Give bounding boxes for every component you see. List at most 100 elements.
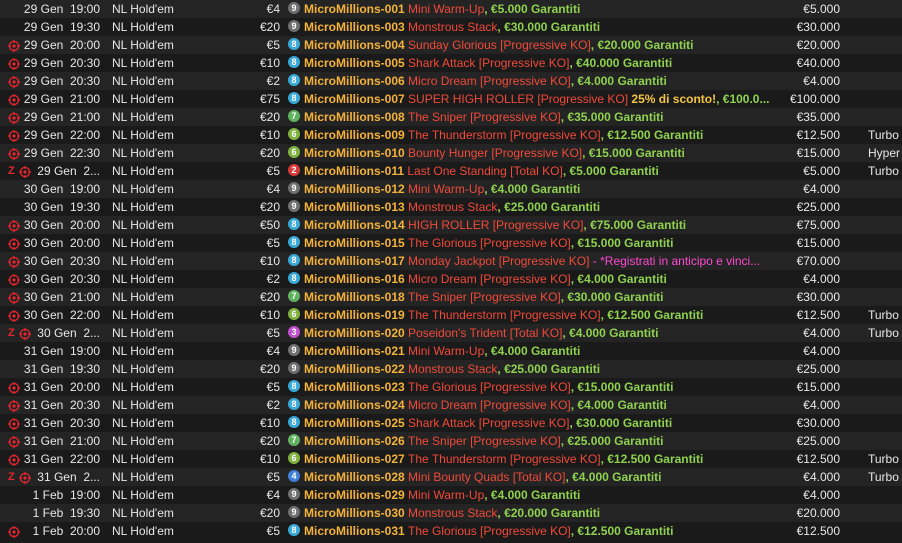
tournament-row[interactable]: Z 31 Gen 2... NL Hold'em €5 4 MicroMillions-0…	[0, 468, 902, 486]
level-badge: 7	[288, 110, 300, 122]
tournament-name[interactable]: MicroMillions-028 Mini Bounty Quads [Tot…	[304, 468, 778, 486]
tournament-name[interactable]: MicroMillions-001 Mini Warm-Up, €5.000 G…	[304, 0, 778, 18]
tournament-name[interactable]: MicroMillions-022 Monstrous Stack, €25.0…	[304, 360, 778, 378]
tournament-name[interactable]: MicroMillions-009 The Thunderstorm [Prog…	[304, 126, 778, 144]
prize-pool: €35.000	[796, 110, 840, 124]
tournament-name[interactable]: MicroMillions-027 The Thunderstorm [Prog…	[304, 450, 778, 468]
tournament-name[interactable]: MicroMillions-025 Shark Attack [Progress…	[304, 414, 778, 432]
tournament-row[interactable]: 29 Gen 20:30 NL Hold'em €2 8 MicroMillions-0…	[0, 72, 902, 90]
tournament-name[interactable]: MicroMillions-012 Mini Warm-Up, €4.000 G…	[304, 180, 778, 198]
tournament-title: Mini Warm-Up	[408, 344, 485, 358]
tournament-row[interactable]: 30 Gen 20:00 NL Hold'em €50 8 MicroMillions-…	[0, 216, 902, 234]
start-datetime: 30 Gen 20:00	[0, 216, 100, 234]
prize-pool: €15.000	[796, 146, 840, 160]
tournament-name[interactable]: MicroMillions-007 SUPER HIGH ROLLER [Pro…	[304, 90, 778, 108]
game-type: NL Hold'em	[112, 398, 174, 412]
tournament-row[interactable]: 29 Gen 20:30 NL Hold'em €10 8 MicroMillions-…	[0, 54, 902, 72]
start-time: 20:30	[69, 74, 100, 88]
start-time: 22:00	[69, 452, 100, 466]
buy-in: €5	[266, 524, 280, 538]
tournament-name[interactable]: MicroMillions-029 Mini Warm-Up, €4.000 G…	[304, 486, 778, 504]
tournament-name[interactable]: MicroMillions-008 The Sniper [Progressiv…	[304, 108, 778, 126]
level-badge: 6	[288, 128, 300, 140]
tournament-name[interactable]: MicroMillions-015 The Glorious [Progress…	[304, 234, 778, 252]
tournament-row[interactable]: 30 Gen 20:30 NL Hold'em €2 8 MicroMillions-0…	[0, 270, 902, 288]
tournament-row[interactable]: 30 Gen 19:30 NL Hold'em €20 9 MicroMillions-…	[0, 198, 902, 216]
speed-label: Turbo	[868, 470, 899, 484]
tournament-row[interactable]: 29 Gen 19:00 NL Hold'em €4 9 MicroMillions-0…	[0, 0, 902, 18]
tournament-name[interactable]: MicroMillions-031 The Glorious [Progress…	[304, 522, 778, 540]
start-time: 20:30	[69, 398, 100, 412]
tournament-row[interactable]: 31 Gen 20:30 NL Hold'em €10 8 MicroMillions-…	[0, 414, 902, 432]
tournament-name[interactable]: MicroMillions-018 The Sniper [Progressiv…	[304, 288, 778, 306]
tournament-row[interactable]: 30 Gen 19:00 NL Hold'em €4 9 MicroMillions-0…	[0, 180, 902, 198]
tournament-row[interactable]: 31 Gen 20:30 NL Hold'em €2 8 MicroMillions-0…	[0, 396, 902, 414]
tournament-title: The Sniper [Progressive KO]	[408, 110, 561, 124]
tournament-name[interactable]: MicroMillions-006 Micro Dream [Progressi…	[304, 72, 778, 90]
tournament-name[interactable]: MicroMillions-020 Poseidon's Trident [To…	[304, 324, 778, 342]
tournament-row[interactable]: 29 Gen 22:30 NL Hold'em €20 6 MicroMillions-…	[0, 144, 902, 162]
tournament-row[interactable]: Z 29 Gen 2... NL Hold'em €5 2 MicroMillions-0…	[0, 162, 902, 180]
tournament-row[interactable]: Z 30 Gen 2... NL Hold'em €5 3 MicroMillions-0…	[0, 324, 902, 342]
tournament-code: MicroMillions-007	[304, 92, 405, 106]
tournament-name[interactable]: MicroMillions-019 The Thunderstorm [Prog…	[304, 306, 778, 324]
tournament-name[interactable]: MicroMillions-023 The Glorious [Progress…	[304, 378, 778, 396]
buy-in: €20	[259, 200, 280, 214]
level-badge: 8	[288, 272, 300, 284]
tournament-title: Bounty Hunger [Progressive KO]	[408, 146, 583, 160]
prize-pool: €15.000	[796, 380, 840, 394]
tournament-name[interactable]: MicroMillions-021 Mini Warm-Up, €4.000 G…	[304, 342, 778, 360]
speed-label: Hyper	[868, 146, 901, 160]
tournament-name[interactable]: MicroMillions-011 Last One Standing [Tot…	[304, 162, 778, 180]
buy-in: €20	[259, 434, 280, 448]
tournament-title: Monstrous Stack	[408, 200, 498, 214]
tournament-row[interactable]: 30 Gen 20:30 NL Hold'em €10 8 MicroMillions-…	[0, 252, 902, 270]
start-time: 19:00	[69, 488, 100, 502]
tournament-row[interactable]: 1 Feb 20:00 NL Hold'em €5 8 MicroMillions-03…	[0, 522, 902, 540]
tournament-name[interactable]: MicroMillions-005 Shark Attack [Progress…	[304, 54, 778, 72]
tournament-name[interactable]: MicroMillions-024 Micro Dream [Progressi…	[304, 396, 778, 414]
tournament-row[interactable]: 30 Gen 21:00 NL Hold'em €20 7 MicroMillions-…	[0, 288, 902, 306]
tournament-row[interactable]: 31 Gen 20:00 NL Hold'em €5 8 MicroMillions-0…	[0, 378, 902, 396]
tournament-row[interactable]: 1 Feb 19:30 NL Hold'em €20 9 MicroMillions-0…	[0, 504, 902, 522]
tournament-name[interactable]: MicroMillions-013 Monstrous Stack, €25.0…	[304, 198, 778, 216]
tournament-row[interactable]: 30 Gen 22:00 NL Hold'em €10 6 MicroMillions-…	[0, 306, 902, 324]
tournament-row[interactable]: 30 Gen 20:00 NL Hold'em €5 8 MicroMillions-0…	[0, 234, 902, 252]
tournament-row[interactable]: 31 Gen 21:00 NL Hold'em €20 7 MicroMillions-…	[0, 432, 902, 450]
tournament-row[interactable]: 29 Gen 20:00 NL Hold'em €5 8 MicroMillions-0…	[0, 36, 902, 54]
start-date: 29 Gen	[23, 128, 64, 142]
tournament-name[interactable]: MicroMillions-014 HIGH ROLLER [Progressi…	[304, 216, 778, 234]
tournament-name[interactable]: MicroMillions-004 Sunday Glorious [Progr…	[304, 36, 778, 54]
speed-label: Turbo	[868, 452, 899, 466]
tournament-title: The Sniper [Progressive KO]	[408, 434, 561, 448]
tournament-row[interactable]: 31 Gen 19:30 NL Hold'em €20 9 MicroMillions-…	[0, 360, 902, 378]
guarantee-text: , €4.000 Garantiti	[484, 182, 581, 196]
prize-pool: €20.000	[796, 506, 840, 520]
level-badge: 4	[288, 470, 300, 482]
tournament-code: MicroMillions-021	[304, 344, 405, 358]
tournament-row[interactable]: 29 Gen 21:00 NL Hold'em €75 8 MicroMillions-…	[0, 90, 902, 108]
tournament-code: MicroMillions-005	[304, 56, 405, 70]
tournament-title: Poseidon's Trident [Total KO]	[408, 326, 563, 340]
level-badge: 6	[288, 308, 300, 320]
start-date: 29 Gen	[23, 20, 64, 34]
tournament-name[interactable]: MicroMillions-026 The Sniper [Progressiv…	[304, 432, 778, 450]
tournament-row[interactable]: 29 Gen 19:30 NL Hold'em €20 9 MicroMillions-…	[0, 18, 902, 36]
tournament-row[interactable]: 1 Feb 19:00 NL Hold'em €4 9 MicroMillions-02…	[0, 486, 902, 504]
tournament-row[interactable]: 29 Gen 21:00 NL Hold'em €20 7 MicroMillions-…	[0, 108, 902, 126]
prize-pool: €4.000	[803, 488, 840, 502]
guarantee-text: , €12.500 Garantiti	[600, 452, 704, 466]
tournament-name[interactable]: MicroMillions-016 Micro Dream [Progressi…	[304, 270, 778, 288]
tournament-code: MicroMillions-017	[304, 254, 405, 268]
level-badge: 9	[288, 182, 300, 194]
tournament-title: Sunday Glorious [Progressive KO]	[408, 38, 591, 52]
tournament-row[interactable]: 29 Gen 22:00 NL Hold'em €10 6 MicroMillions-…	[0, 126, 902, 144]
tournament-row[interactable]: 31 Gen 22:00 NL Hold'em €10 6 MicroMillions-…	[0, 450, 902, 468]
tournament-name[interactable]: MicroMillions-010 Bounty Hunger [Progres…	[304, 144, 778, 162]
start-time: 21:00	[69, 434, 100, 448]
tournament-name[interactable]: MicroMillions-017 Monday Jackpot [Progre…	[304, 252, 778, 270]
tournament-row[interactable]: 31 Gen 19:00 NL Hold'em €4 9 MicroMillions-0…	[0, 342, 902, 360]
tournament-name[interactable]: MicroMillions-003 Monstrous Stack, €30.0…	[304, 18, 778, 36]
tournament-name[interactable]: MicroMillions-030 Monstrous Stack, €20.0…	[304, 504, 778, 522]
buy-in: €4	[266, 2, 280, 16]
